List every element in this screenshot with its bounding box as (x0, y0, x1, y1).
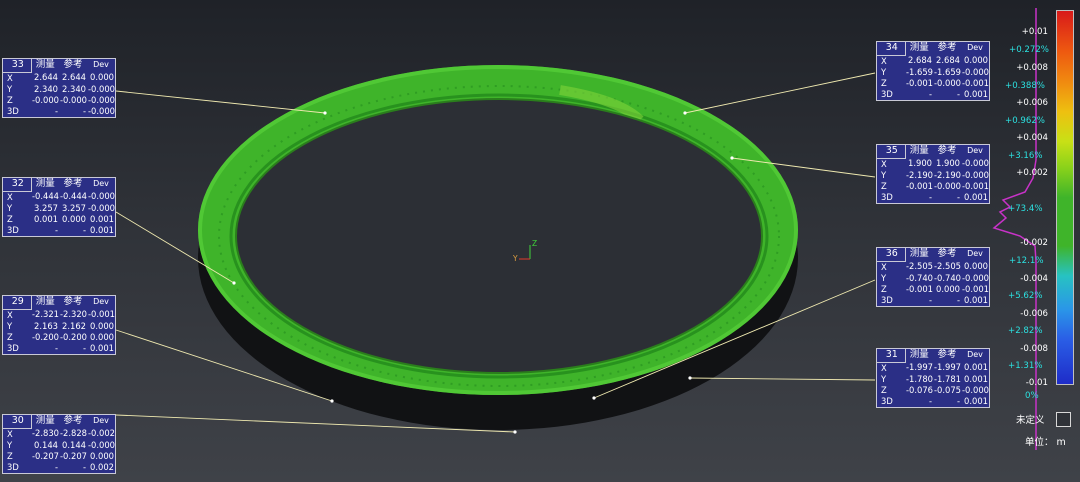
legend-tick: -0.008 (1020, 344, 1048, 354)
axis-z-label: Z (532, 239, 537, 248)
legend-tick: -0.006 (1020, 309, 1048, 319)
legend-tick: +0.01 (1021, 27, 1048, 37)
legend-percent: +0.272% (1009, 45, 1049, 55)
legend-percent: +0.962% (1005, 116, 1045, 126)
legend-percent: 0% (1025, 391, 1039, 401)
legend-percent: +73.4% (1008, 204, 1043, 214)
point-id: 31 (877, 349, 906, 363)
undefined-color-swatch[interactable] (1056, 412, 1071, 427)
legend-tick: +0.002 (1016, 168, 1048, 178)
undefined-label: 未定义 (1016, 415, 1045, 426)
ring-part (198, 65, 798, 430)
legend-tick: +0.004 (1016, 133, 1048, 143)
point-id: 34 (877, 42, 906, 56)
ring-inner-hole (236, 99, 762, 373)
point-label-36[interactable]: 36 测量 参考 Dev X -2.505 -2.505 0.000 Y -0.740 -0.7… (876, 247, 990, 308)
point-label-35[interactable]: 35 测量 参考 Dev X 1.900 1.900 -0.000 Y -2.190 -2.19… (876, 144, 990, 205)
point-id: 32 (3, 178, 32, 192)
point-label-31[interactable]: 31 测量 参考 Dev X -1.997 -1.997 0.001 Y -1.780 -1.7… (876, 348, 990, 409)
point-id: 35 (877, 145, 906, 159)
legend-percent: +2.82% (1008, 326, 1043, 336)
legend-percent: +12.1% (1009, 256, 1044, 266)
axis-y-label: Y (512, 254, 518, 263)
point-label-30[interactable]: 30 测量 参考 Dev X -2.830 -2.828 -0.002 Y 0.144 0.14… (2, 414, 116, 475)
legend-percent: +3.16% (1008, 151, 1043, 161)
point-label-34[interactable]: 34 测量 参考 Dev X 2.684 2.684 0.000 Y -1.659 -1.659… (876, 41, 990, 102)
point-id: 33 (3, 59, 32, 73)
point-label-32[interactable]: 32 测量 参考 Dev X -0.444 -0.444 -0.000 Y 3.257 3.25… (2, 177, 116, 238)
legend-percent: +5.62% (1008, 291, 1043, 301)
legend-percent: +1.31% (1008, 361, 1043, 371)
point-id: 29 (3, 296, 32, 310)
legend-percent: +0.388% (1005, 81, 1045, 91)
deviation-color-bar[interactable] (1056, 10, 1074, 385)
legend-tick: -0.01 (1025, 378, 1048, 388)
legend-tick: +0.006 (1016, 98, 1048, 108)
legend-tick: -0.002 (1020, 238, 1048, 248)
point-id: 36 (877, 248, 906, 262)
point-label-29[interactable]: 29 测量 参考 Dev X -2.321 -2.320 -0.001 Y 2.163 2.16… (2, 295, 116, 356)
legend-tick: +0.008 (1016, 63, 1048, 73)
point-label-33[interactable]: 33 测量 参考 Dev X 2.644 2.644 0.000 Y 2.340 2.340 -0… (2, 58, 116, 119)
legend-tick: -0.004 (1020, 274, 1048, 284)
point-id: 30 (3, 415, 32, 429)
unit-label: 单位： m (1025, 437, 1066, 448)
